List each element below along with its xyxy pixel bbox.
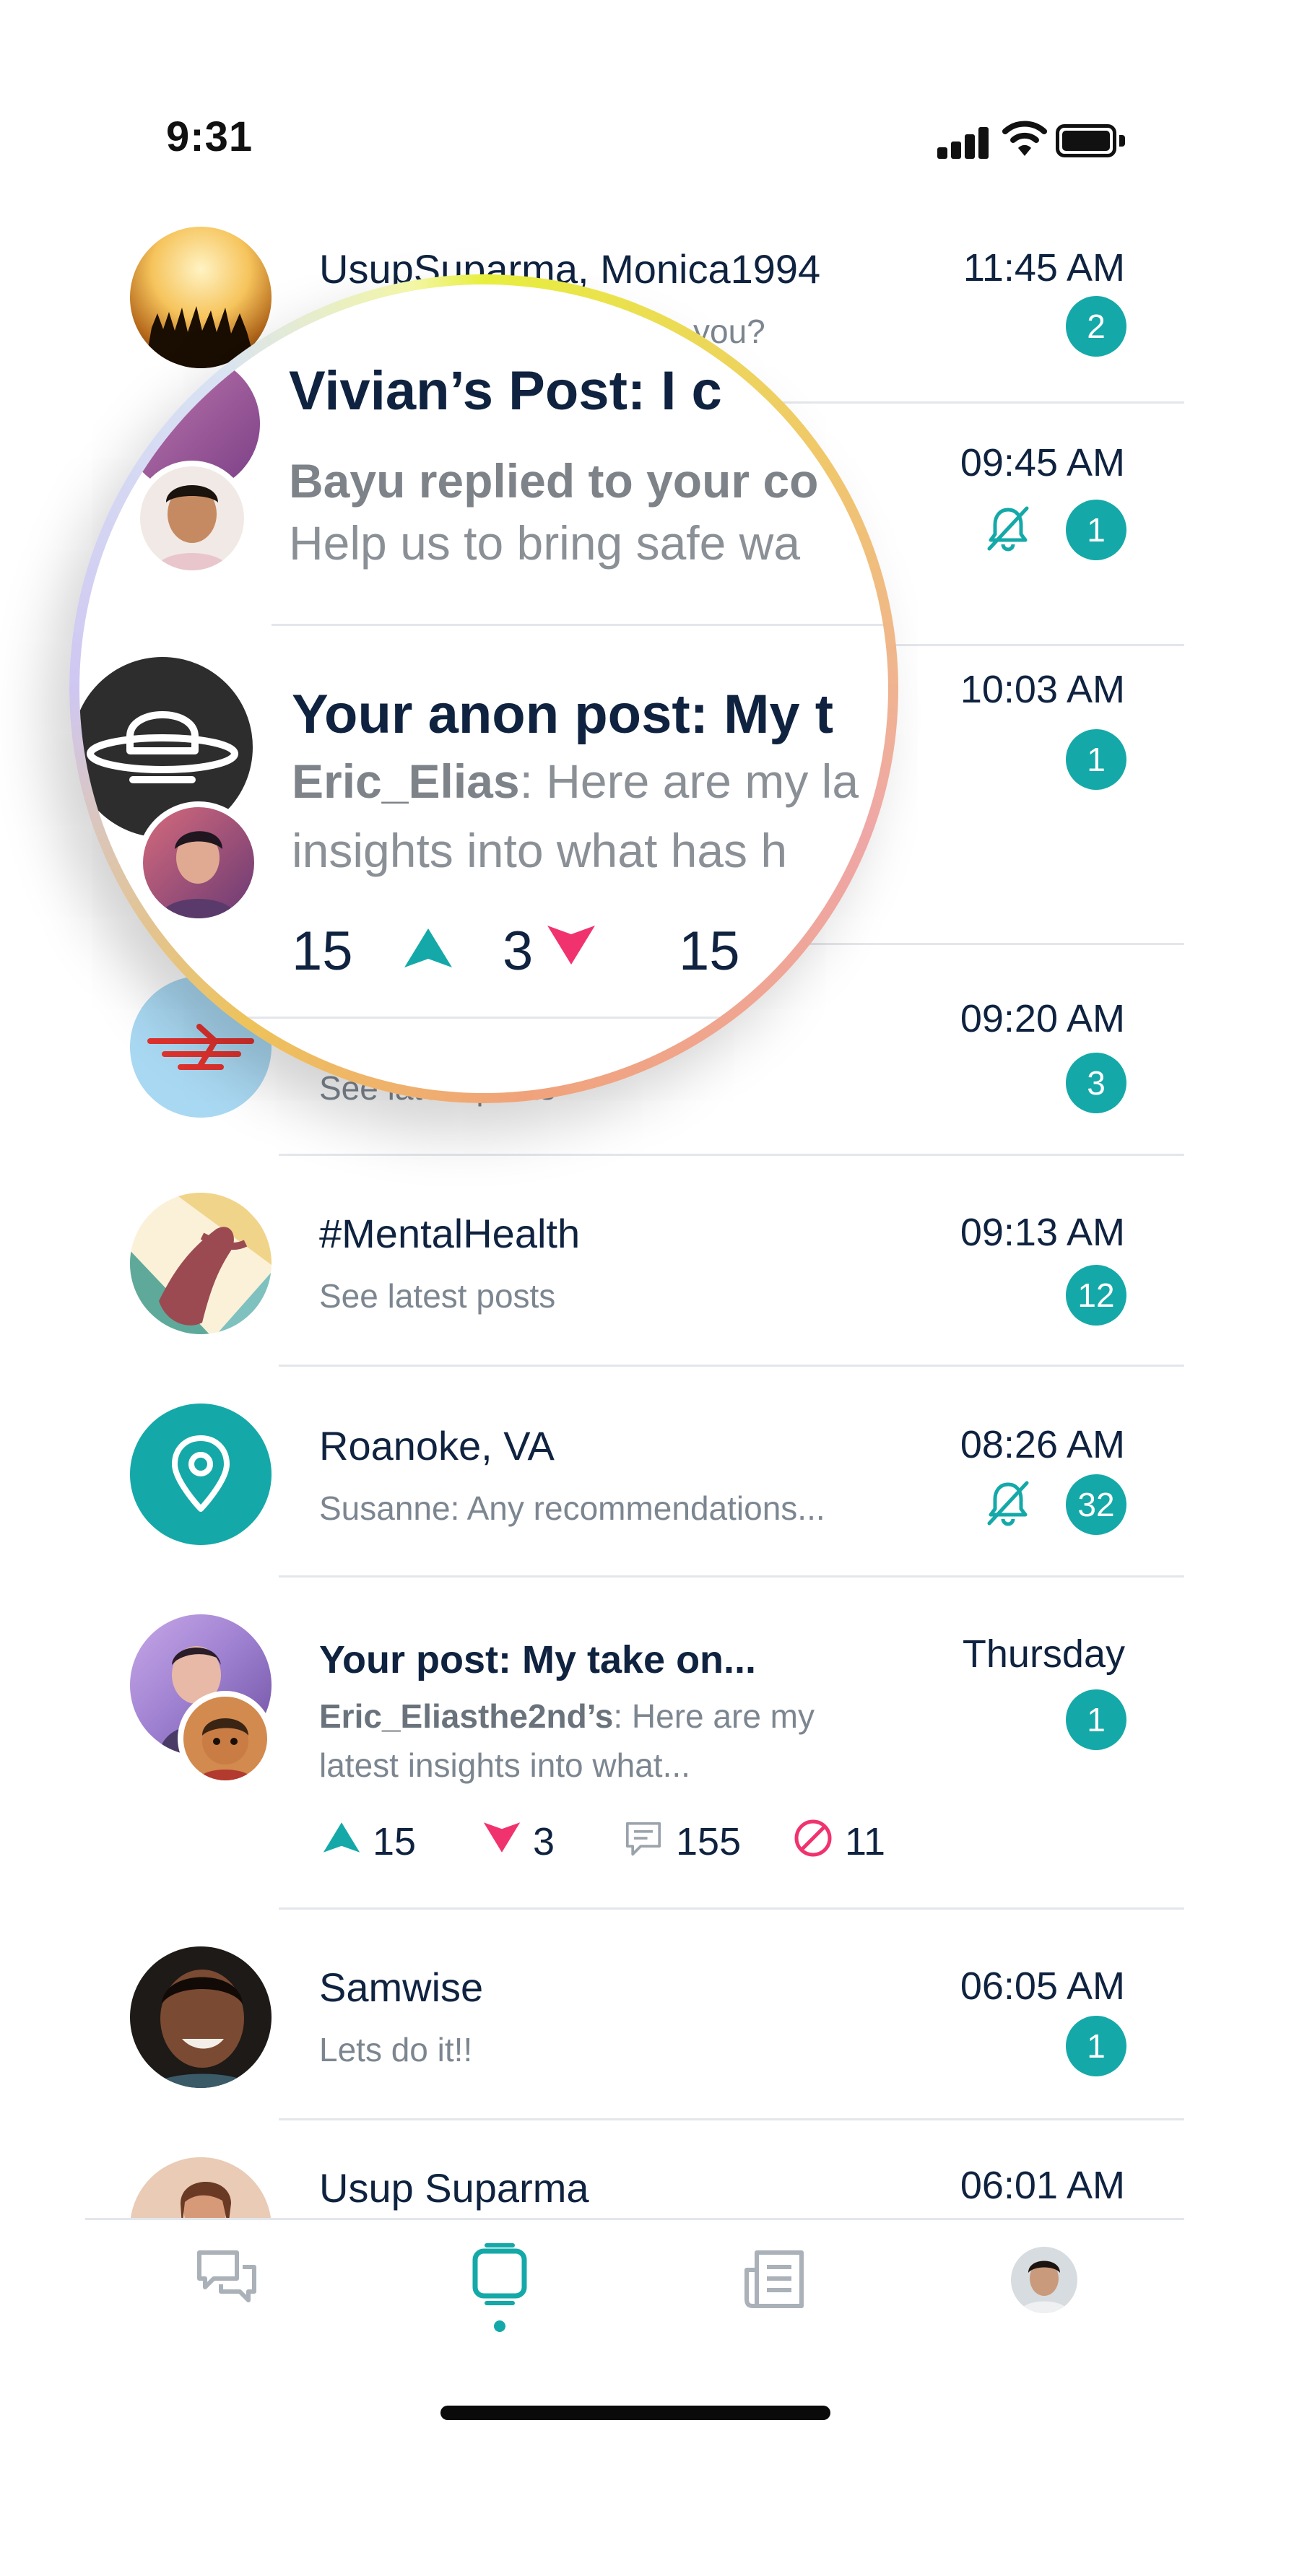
- lens-divider: [272, 624, 888, 626]
- bell-muted-icon[interactable]: [982, 1477, 1034, 1529]
- avatar-small[interactable]: [137, 801, 260, 924]
- row-title[interactable]: Samwise: [319, 1964, 483, 2011]
- lens-row-subtitle: Eric_Elias: Here are my la: [292, 754, 859, 809]
- unread-badge: 12: [1066, 1265, 1126, 1326]
- lens-row-title[interactable]: Vivian’s Post: I c: [289, 360, 722, 422]
- unread-badge: 3: [1066, 1053, 1126, 1113]
- feed-icon: [472, 2243, 527, 2305]
- row-time: 09:45 AM: [960, 441, 1125, 484]
- row-title[interactable]: #MentalHealth: [319, 1210, 580, 1257]
- lens-row-subtitle-line2: insights into what has h: [292, 824, 788, 877]
- lens-reply-text: Bayu replied to your co: [289, 454, 819, 508]
- row-time: 08:26 AM: [960, 1423, 1125, 1466]
- unread-badge: 1: [1066, 500, 1126, 560]
- chat-bubbles-icon[interactable]: [192, 2244, 261, 2313]
- bell-muted-icon[interactable]: [982, 502, 1034, 554]
- lens-row-subtitle-bold: Bayu replied to your co: [289, 453, 818, 508]
- row-title[interactable]: Roanoke, VA: [319, 1422, 555, 1469]
- lens-row-title[interactable]: Your anon post: My t: [292, 683, 833, 746]
- upvote-count: 15: [373, 1820, 417, 1863]
- author-name[interactable]: Eric_Eliasthe2nd’s: [319, 1697, 613, 1735]
- row-subtitle-text: : Here are my: [613, 1697, 815, 1735]
- avatar[interactable]: [130, 1946, 272, 2088]
- avatar[interactable]: [130, 1404, 272, 1545]
- row-subtitle: Eric_Eliasthe2nd’s: Here are my: [319, 1697, 815, 1736]
- unread-badge: 2: [1066, 296, 1126, 357]
- row-subtitle-line2: latest insights into what...: [319, 1746, 690, 1784]
- downvote-icon[interactable]: [482, 1821, 521, 1854]
- comment-count: 15: [679, 921, 740, 982]
- row-time: 06:05 AM: [960, 1964, 1125, 2008]
- unread-badge: 1: [1066, 1689, 1126, 1750]
- avatar[interactable]: [130, 1193, 272, 1334]
- avatar-small[interactable]: [134, 461, 250, 576]
- comment-icon[interactable]: [622, 1821, 664, 1857]
- unread-badge: 1: [1066, 2016, 1126, 2076]
- author-name[interactable]: Eric_Elias: [292, 754, 520, 808]
- avatar[interactable]: [130, 2157, 272, 2218]
- news-icon[interactable]: [739, 2245, 809, 2315]
- active-indicator: [494, 2320, 505, 2332]
- divider: [279, 2118, 1184, 2120]
- row-clip: Usup Suparma 06:01 AM: [0, 2151, 1294, 2218]
- bottom-nav-divider: [85, 2218, 1184, 2220]
- profile-avatar[interactable]: [1011, 2247, 1077, 2313]
- status-time: 9:31: [166, 113, 253, 160]
- lens-subtitle-text: : Here are my la: [519, 754, 859, 808]
- lens-divider: [79, 1017, 888, 1019]
- divider: [279, 1575, 1184, 1578]
- magnifier-lens: Vivian’s Post: I c Bayu replied to your …: [79, 284, 888, 1093]
- downvote-count: 3: [533, 1820, 555, 1863]
- comment-count: 155: [676, 1820, 742, 1863]
- divider: [279, 1154, 1184, 1156]
- row-time: Thursday: [962, 1632, 1125, 1676]
- block-icon[interactable]: [793, 1818, 833, 1858]
- divider: [279, 1365, 1184, 1367]
- location-pin-icon: [172, 1435, 230, 1512]
- downvote-count: 3: [503, 921, 534, 982]
- row-title[interactable]: Your post: My take on...: [319, 1637, 756, 1682]
- wifi-icon: [1002, 121, 1047, 156]
- signal-icon: [937, 127, 989, 159]
- row-time: 09:13 AM: [960, 1211, 1125, 1254]
- home-indicator: [440, 2406, 830, 2420]
- row-subtitle: Susanne: Any recommendations...: [319, 1489, 825, 1527]
- upvote-icon[interactable]: [403, 927, 453, 969]
- avatar-small[interactable]: [178, 1691, 273, 1786]
- row-time: 09:20 AM: [960, 997, 1125, 1040]
- battery-icon: [1056, 124, 1125, 157]
- downvote-icon[interactable]: [546, 924, 596, 966]
- row-time: 11:45 AM: [963, 246, 1125, 290]
- lens-row-subtitle: Help us to bring safe wa: [289, 516, 801, 570]
- row-subtitle: Lets do it!!: [319, 2031, 473, 2068]
- upvote-icon[interactable]: [322, 1821, 361, 1854]
- row-time: 06:01 AM: [960, 2164, 1125, 2207]
- row-title[interactable]: Usup Suparma: [319, 2164, 589, 2211]
- unread-badge: 1: [1066, 729, 1126, 790]
- block-count: 11: [845, 1820, 886, 1863]
- upvote-count: 15: [292, 921, 353, 982]
- divider: [279, 1907, 1184, 1910]
- nav-feed[interactable]: [462, 2241, 537, 2333]
- unread-badge: 32: [1066, 1474, 1126, 1535]
- row-subtitle: See latest posts: [319, 1277, 556, 1315]
